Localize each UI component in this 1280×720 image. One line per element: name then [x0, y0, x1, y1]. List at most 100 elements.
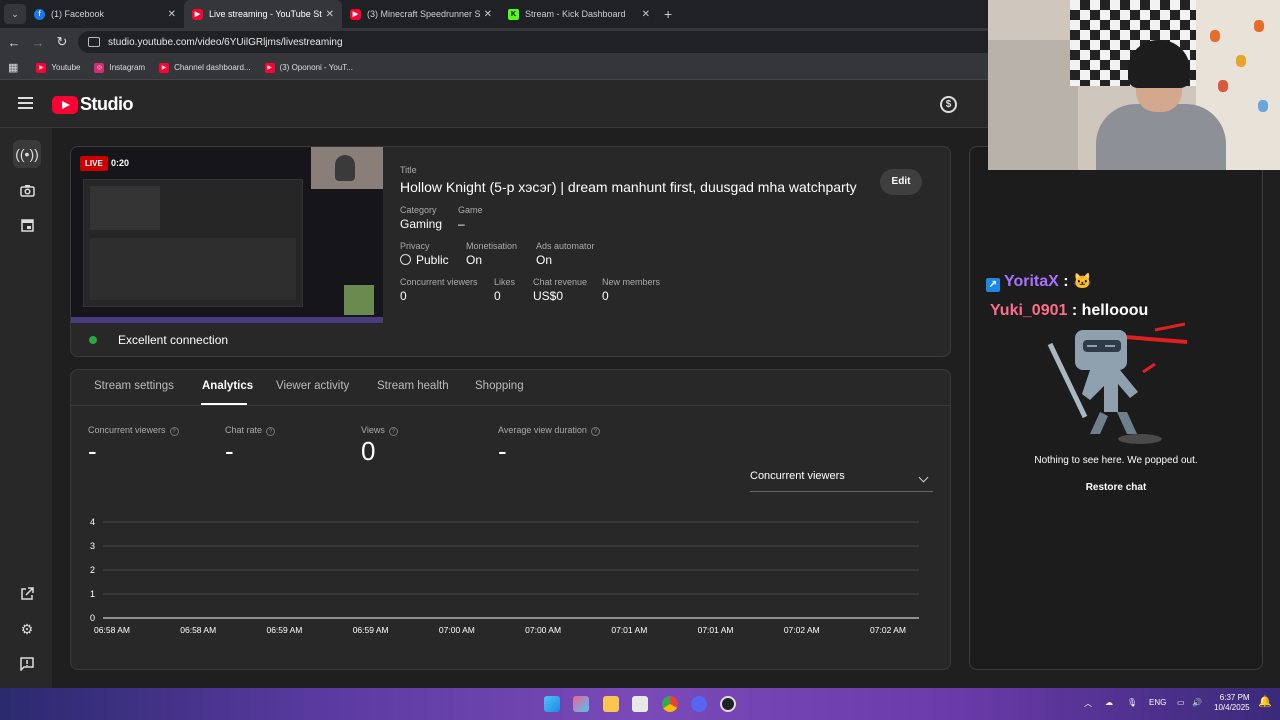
volume-icon[interactable]: 🔊	[1192, 698, 1202, 707]
ads-automator-value: On	[536, 253, 553, 267]
obs-icon[interactable]	[720, 696, 736, 712]
browser-tab-youtube-studio[interactable]: ▶ Live streaming - YouTube Studio ✕	[184, 0, 342, 28]
preview-taskbar	[71, 317, 383, 323]
tab-stream-settings[interactable]: Stream settings	[94, 380, 174, 392]
language-indicator[interactable]: ENG	[1149, 698, 1166, 707]
help-icon[interactable]: ?	[266, 427, 276, 436]
tray-chevron-icon[interactable]: ︿	[1084, 698, 1092, 709]
chart-x-tick-label: 06:58 AM	[94, 625, 130, 635]
network-icon[interactable]: ▭	[1177, 698, 1185, 707]
settings-gear-icon[interactable]: ⚙	[13, 615, 41, 643]
category-value: Gaming	[400, 217, 443, 231]
cloud-icon[interactable]: ☁	[1105, 698, 1113, 707]
help-icon[interactable]: ?	[169, 427, 179, 436]
concurrent-viewers-label: Concurrent viewers	[400, 277, 478, 287]
youtube-icon: ▶	[264, 62, 275, 73]
bookmark-label: Channel dashboard...	[174, 63, 251, 72]
metric-label-text: Views	[361, 425, 385, 435]
bookmark-youtube[interactable]: ▶ Youtube	[36, 62, 81, 73]
concurrent-viewers-value: 0	[400, 289, 407, 303]
studio-logo[interactable]: Studio	[52, 94, 134, 115]
new-tab-button[interactable]: +	[664, 6, 672, 22]
clock-date: 10/4/2025	[1214, 703, 1250, 712]
preview-chart-area	[90, 238, 296, 300]
camera-icon[interactable]	[13, 176, 41, 204]
monetization-icon[interactable]: $	[940, 96, 957, 113]
live-stream-icon[interactable]: ((•))	[13, 140, 41, 168]
restore-chat-button[interactable]: Restore chat	[969, 482, 1263, 493]
store-icon[interactable]	[632, 696, 648, 712]
chart-x-tick-label: 07:02 AM	[870, 625, 906, 635]
metric-label: Average view duration?	[498, 425, 600, 436]
apps-icon[interactable]: ▦	[8, 61, 18, 74]
close-icon[interactable]: ✕	[326, 9, 334, 20]
forward-icon[interactable]: →	[26, 35, 50, 50]
tab-analytics[interactable]: Analytics	[202, 380, 253, 392]
webcam-overlay	[988, 0, 1280, 170]
metric-label-text: Chat rate	[225, 425, 263, 435]
game-value: –	[458, 217, 465, 231]
bookmark-label: Youtube	[51, 63, 81, 72]
file-explorer-icon[interactable]	[603, 696, 619, 712]
calendar-icon[interactable]	[13, 211, 41, 239]
widgets-icon[interactable]	[573, 696, 589, 712]
connection-status: Excellent connection	[118, 333, 229, 347]
tab-search-button[interactable]: ⌄	[4, 4, 26, 24]
popped-out-ninja-illustration	[1047, 322, 1188, 444]
chart-x-tick-label: 07:01 AM	[611, 625, 647, 635]
tab-stream-health[interactable]: Stream health	[377, 380, 449, 392]
close-icon[interactable]: ✕	[484, 9, 492, 20]
lantern-decor	[1254, 20, 1264, 32]
chat-message: Yuki_0901 : hellooou	[990, 302, 1148, 320]
clock[interactable]: 6:37 PM 10/4/2025	[1214, 693, 1250, 713]
metric-label-text: Average view duration	[498, 425, 587, 435]
external-link-icon[interactable]	[13, 580, 41, 608]
active-tab-indicator	[201, 403, 247, 405]
close-icon[interactable]: ✕	[168, 9, 176, 20]
discord-icon[interactable]	[691, 696, 707, 712]
likes-label: Likes	[494, 277, 516, 287]
chart-x-tick-label: 06:59 AM	[353, 625, 389, 635]
bookmark-opononi[interactable]: ▶ (3) Opononi - YouT...	[264, 62, 353, 73]
stream-info-card: LIVE 0:20 Title Hollow Knight (5-р хэсэг…	[70, 146, 951, 357]
reload-icon[interactable]: ↻	[50, 34, 74, 50]
microphone-icon[interactable]: 🎙	[1127, 698, 1137, 707]
url-text: studio.youtube.com/video/6YUilGRljms/liv…	[108, 36, 343, 48]
live-timer: 0:20	[111, 158, 130, 168]
help-icon[interactable]: ?	[388, 427, 398, 436]
menu-icon[interactable]	[18, 97, 33, 109]
monetisation-label: Monetisation	[466, 241, 518, 251]
chat-popped-message: Nothing to see here. We popped out.	[1034, 455, 1198, 466]
youtube-icon: ▶	[350, 8, 361, 20]
dropdown-value: Concurrent viewers	[750, 470, 845, 482]
help-icon[interactable]: ?	[590, 427, 600, 436]
instagram-icon: ◎	[94, 62, 105, 73]
tab-viewer-activity[interactable]: Viewer activity	[276, 380, 349, 392]
monetisation-value: On	[466, 253, 483, 267]
edit-button[interactable]: Edit	[880, 169, 922, 195]
tab-shopping[interactable]: Shopping	[475, 380, 524, 392]
browser-tab-kick[interactable]: K Stream - Kick Dashboard ✕	[500, 0, 658, 28]
chat-username: Yuki_0901	[990, 302, 1068, 319]
chrome-icon[interactable]	[662, 696, 678, 712]
privacy-text: Public	[416, 253, 449, 267]
live-badge: LIVE	[80, 156, 108, 171]
close-icon[interactable]: ✕	[642, 9, 650, 20]
bookmark-channel-dashboard[interactable]: ▶ Channel dashboard...	[159, 62, 251, 73]
site-info-icon[interactable]	[88, 37, 100, 47]
browser-tab-facebook[interactable]: f (1) Facebook ✕	[26, 0, 184, 28]
chart-y-tick-label: 0	[90, 613, 95, 623]
chat-text: : hellooou	[1071, 302, 1149, 319]
notification-icon[interactable]: 🔔	[1258, 695, 1272, 708]
feedback-icon[interactable]	[13, 650, 41, 678]
url-bar[interactable]: studio.youtube.com/video/6YUilGRljms/liv…	[78, 31, 1028, 53]
bookmark-instagram[interactable]: ◎ Instagram	[94, 62, 145, 73]
stream-preview[interactable]: LIVE 0:20	[71, 147, 383, 323]
browser-tab-minecraft[interactable]: ▶ (3) Minecraft Speedrunner Swa ✕	[342, 0, 500, 28]
lantern-decor	[1210, 30, 1220, 42]
windows-start-icon[interactable]	[544, 696, 560, 712]
metric-value: -	[225, 436, 234, 466]
back-icon[interactable]: ←	[2, 35, 26, 50]
bookmark-label: (3) Opononi - YouT...	[279, 63, 353, 72]
metric-dropdown[interactable]: Concurrent viewers	[750, 470, 933, 492]
